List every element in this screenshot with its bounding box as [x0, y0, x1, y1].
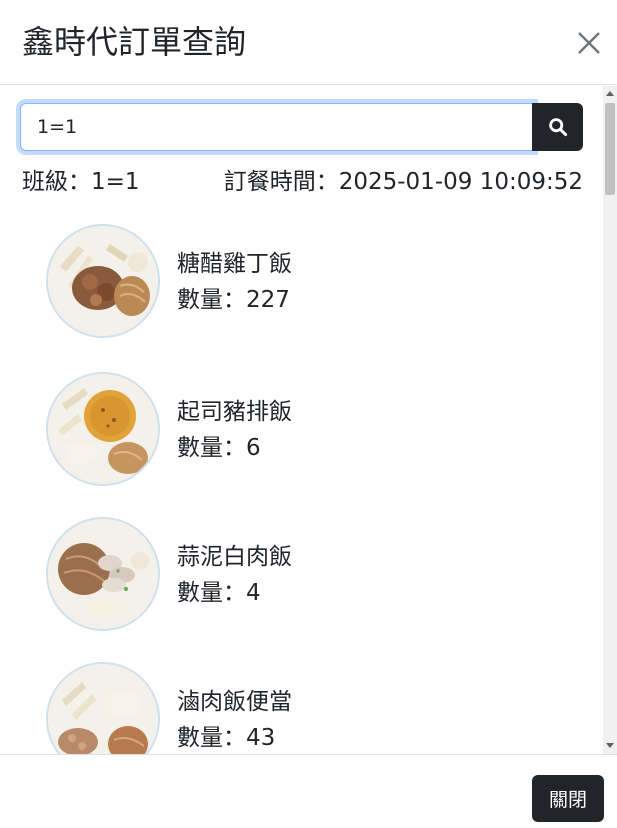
item-name: 蒜泥白肉飯 — [177, 544, 292, 570]
modal-body: 班級：1=1 訂餐時間：2025-01-09 10:09:52 — [0, 86, 603, 754]
scroll-up-arrow-icon[interactable] — [606, 91, 614, 96]
item-name: 起司豬排飯 — [177, 399, 292, 425]
food-image — [46, 224, 160, 338]
search-group — [20, 103, 583, 151]
food-image — [46, 662, 160, 754]
class-info: 班級：1=1 — [22, 169, 140, 195]
order-time: 訂餐時間：2025-01-09 10:09:52 — [223, 169, 583, 195]
item-quantity: 數量：6 — [177, 435, 261, 461]
search-button[interactable] — [532, 103, 583, 151]
food-image — [46, 372, 160, 486]
close-button[interactable] — [573, 27, 605, 59]
list-item: 起司豬排飯 數量：6 — [46, 372, 546, 492]
modal-title: 鑫時代訂單查詢 — [22, 23, 247, 61]
scroll-down-arrow-icon[interactable] — [606, 743, 614, 748]
close-modal-button[interactable]: 關閉 — [532, 775, 604, 822]
item-quantity: 數量：43 — [177, 725, 276, 751]
close-icon — [578, 32, 600, 54]
search-input[interactable] — [20, 103, 534, 151]
list-item: 蒜泥白肉飯 數量：4 — [46, 517, 546, 637]
item-name: 糖醋雞丁飯 — [177, 251, 292, 277]
list-item: 糖醋雞丁飯 數量：227 — [46, 224, 546, 344]
item-name: 滷肉飯便當 — [177, 689, 292, 715]
item-quantity: 數量：227 — [177, 287, 290, 313]
modal-header: 鑫時代訂單查詢 — [0, 0, 617, 85]
list-item: 滷肉飯便當 數量：43 — [46, 662, 546, 754]
scrollbar[interactable] — [603, 86, 617, 754]
modal-footer: 關閉 — [0, 754, 617, 828]
search-icon — [548, 118, 567, 137]
item-quantity: 數量：4 — [177, 580, 261, 606]
order-query-modal: 鑫時代訂單查詢 班級：1=1 訂餐時間：2025-01-09 10:09:52 — [0, 0, 617, 828]
food-image — [46, 517, 160, 631]
scrollbar-thumb[interactable] — [605, 103, 615, 195]
